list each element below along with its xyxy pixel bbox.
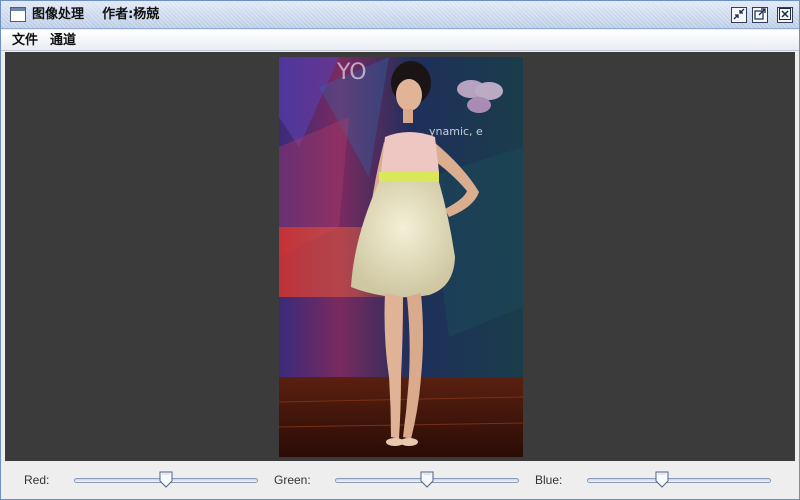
photo-illustration: ynamic, e YO [279, 57, 523, 457]
blue-slider[interactable] [587, 470, 771, 490]
blue-slider-track[interactable] [587, 478, 771, 483]
maximize-icon [754, 8, 766, 20]
title-bar[interactable]: 图像处理 作者:杨兢 [1, 1, 799, 29]
maximize-button[interactable] [752, 7, 768, 23]
green-label: Green: [274, 473, 311, 487]
close-button[interactable] [777, 7, 793, 23]
red-slider-thumb[interactable] [159, 471, 173, 488]
image-canvas: ynamic, e YO [5, 52, 795, 461]
minimize-button[interactable] [731, 7, 747, 23]
green-slider[interactable] [335, 470, 519, 490]
photo-image: ynamic, e YO [279, 57, 523, 457]
red-label: Red: [24, 473, 50, 487]
menu-file[interactable]: 文件 [11, 32, 39, 49]
channel-controls: Red: Green: Blue: [5, 462, 795, 498]
window-title: 图像处理 作者:杨兢 [32, 7, 160, 22]
green-slider-thumb[interactable] [420, 471, 434, 488]
app-window-icon [10, 7, 26, 22]
svg-text:YO: YO [336, 60, 367, 85]
app-window: 图像处理 作者:杨兢 文件 通道 ynamic, e YO Red: Green… [0, 0, 800, 500]
close-icon [779, 8, 791, 20]
menu-channel[interactable]: 通道 [49, 32, 77, 49]
minimize-icon [733, 8, 745, 20]
red-slider[interactable] [74, 470, 258, 490]
menu-bar: 文件 通道 [1, 30, 799, 51]
svg-text:ynamic, e: ynamic, e [429, 125, 483, 138]
blue-label: Blue: [535, 473, 563, 487]
blue-slider-thumb[interactable] [655, 471, 669, 488]
